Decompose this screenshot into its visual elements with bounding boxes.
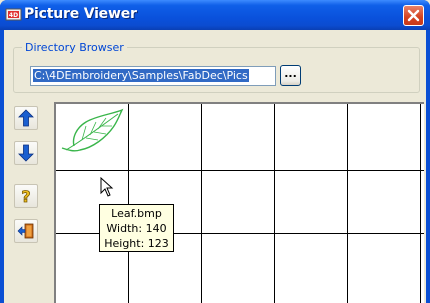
directory-path-text: C:\4DEmbroidery\Samples\FabDec\Pics — [33, 69, 249, 82]
tooltip-filename: Leaf.bmp — [111, 207, 162, 220]
arrow-up-icon — [18, 109, 34, 127]
leaf-thumbnail[interactable] — [60, 108, 124, 158]
tooltip-width: Width: 140 — [106, 222, 167, 235]
svg-text:?: ? — [21, 187, 30, 205]
scroll-up-button[interactable] — [14, 106, 38, 130]
svg-text:4D: 4D — [9, 12, 18, 19]
app-icon: 4D — [5, 8, 22, 21]
arrow-down-icon — [18, 144, 34, 162]
grid-line — [201, 104, 202, 303]
grid-line — [56, 170, 424, 171]
directory-browser-label: Directory Browser — [22, 41, 127, 54]
grid-line — [347, 104, 348, 303]
grid-line — [274, 104, 275, 303]
title-bar[interactable]: 4D Picture Viewer — [0, 0, 430, 30]
scroll-down-button[interactable] — [14, 141, 38, 165]
exit-door-icon — [17, 223, 34, 239]
image-info-tooltip: Leaf.bmp Width: 140 Height: 123 — [99, 204, 174, 252]
browse-button[interactable]: ... — [280, 65, 301, 86]
close-button[interactable] — [403, 5, 424, 26]
grid-line — [420, 104, 421, 303]
window-title: Picture Viewer — [24, 6, 137, 22]
question-icon: ? — [21, 187, 31, 205]
tooltip-height: Height: 123 — [104, 237, 169, 250]
directory-path-input[interactable]: C:\4DEmbroidery\Samples\FabDec\Pics — [30, 66, 276, 86]
client-area: Directory Browser C:\4DEmbroidery\Sample… — [4, 30, 426, 303]
thumbnail-grid[interactable] — [54, 102, 424, 303]
exit-button[interactable] — [14, 219, 38, 243]
mouse-cursor-icon — [100, 177, 114, 197]
help-button[interactable]: ? — [14, 184, 38, 208]
picture-viewer-window: 4D Picture Viewer Directory Browser C:\4… — [0, 0, 430, 303]
close-icon — [407, 9, 420, 22]
